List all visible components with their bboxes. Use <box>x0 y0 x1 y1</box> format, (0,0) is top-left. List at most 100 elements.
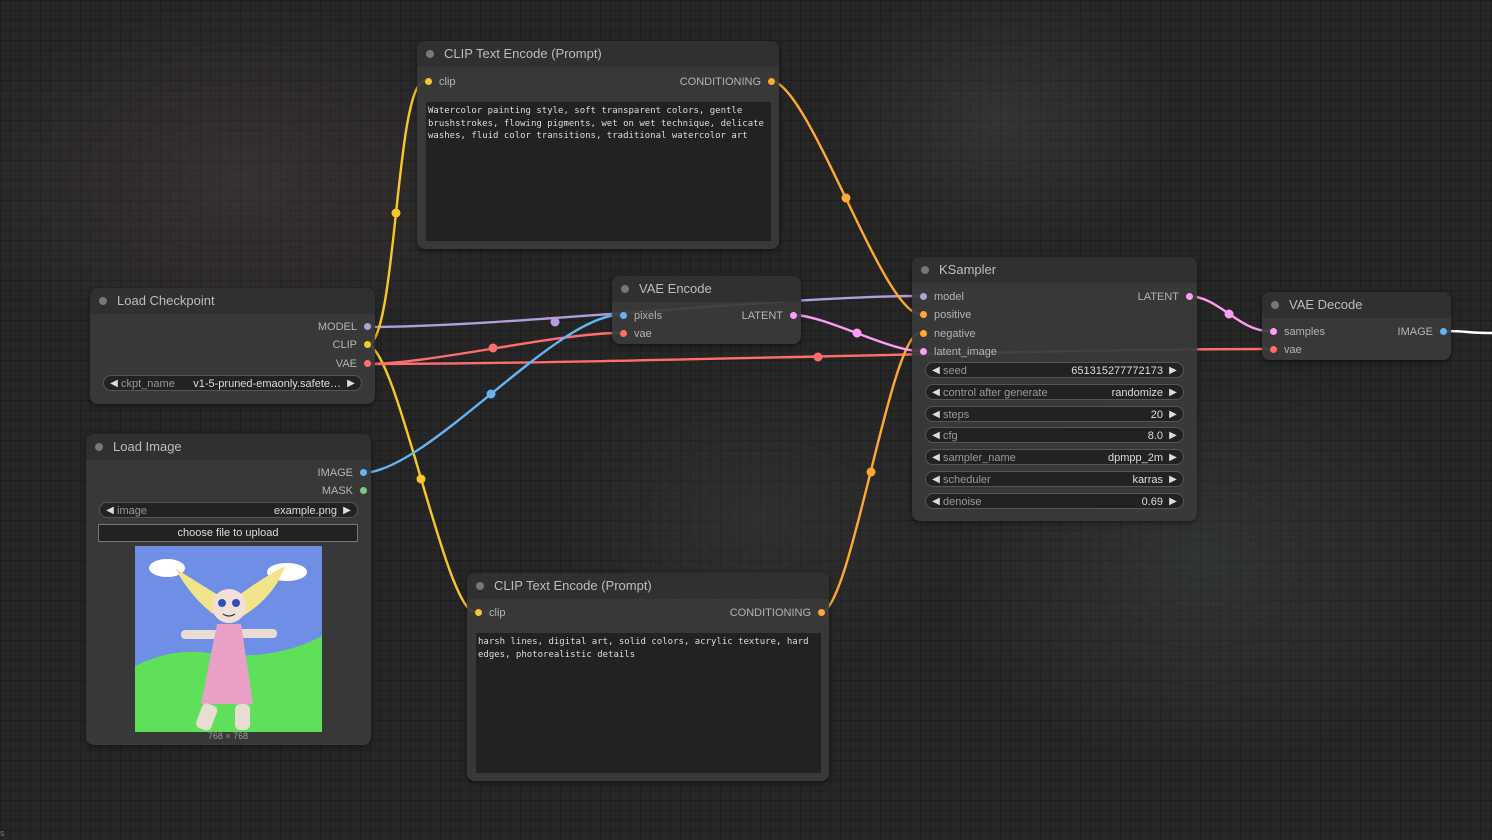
pin-icon[interactable] <box>920 348 927 355</box>
link-latent-decode-midpoint-handle[interactable] <box>1224 309 1234 319</box>
node-title-bar[interactable]: VAE Encode <box>612 276 801 302</box>
output-slot-latent[interactable]: LATENT <box>1138 290 1197 304</box>
steps-widget[interactable]: ◀ steps 20 ▶ <box>925 406 1184 422</box>
load-image-node[interactable]: Load Image IMAGE MASK ◀ image example.pn… <box>86 434 371 745</box>
pin-icon[interactable] <box>364 341 371 348</box>
arrow-right-icon[interactable]: ▶ <box>1167 428 1179 444</box>
arrow-right-icon[interactable]: ▶ <box>341 503 353 519</box>
arrow-right-icon[interactable]: ▶ <box>1167 407 1179 423</box>
link-image-pixels-midpoint-handle[interactable] <box>486 389 496 399</box>
prompt-textarea[interactable]: harsh lines, digital art, solid colors, … <box>476 633 821 773</box>
control-after-generate-widget[interactable]: ◀ control after generate randomize ▶ <box>925 384 1184 400</box>
link-latent-encode-midpoint-handle[interactable] <box>852 328 862 338</box>
arrow-left-icon[interactable]: ◀ <box>930 472 942 488</box>
pin-icon[interactable] <box>425 78 432 85</box>
pin-icon[interactable] <box>768 78 775 85</box>
load-checkpoint-node[interactable]: Load Checkpoint MODEL CLIP VAE ◀ ckpt_na… <box>90 288 375 404</box>
link-negative-midpoint-handle[interactable] <box>866 467 876 477</box>
collapse-dot-icon[interactable] <box>99 297 107 305</box>
output-slot-latent[interactable]: LATENT <box>742 309 801 323</box>
arrow-right-icon[interactable]: ▶ <box>1167 450 1179 466</box>
arrow-left-icon[interactable]: ◀ <box>108 376 120 392</box>
input-slot-latent-image[interactable]: latent_image <box>916 345 997 359</box>
pin-icon[interactable] <box>364 360 371 367</box>
node-title-bar[interactable]: Load Image <box>86 434 371 460</box>
arrow-left-icon[interactable]: ◀ <box>930 363 942 379</box>
pin-icon[interactable] <box>364 323 371 330</box>
pin-icon[interactable] <box>620 312 627 319</box>
input-slot-clip[interactable]: clip <box>421 75 456 89</box>
vae-encode-node[interactable]: VAE Encode pixels vae LATENT <box>612 276 801 344</box>
pin-icon[interactable] <box>920 293 927 300</box>
input-slot-negative[interactable]: negative <box>916 327 976 341</box>
collapse-dot-icon[interactable] <box>426 50 434 58</box>
denoise-widget[interactable]: ◀ denoise 0.69 ▶ <box>925 493 1184 509</box>
pin-icon[interactable] <box>360 487 367 494</box>
link-clip-pos-midpoint-handle[interactable] <box>391 208 401 218</box>
prompt-textarea[interactable]: Watercolor painting style, soft transpar… <box>426 102 771 241</box>
ksampler-node[interactable]: KSampler model positive negative latent_… <box>912 257 1197 521</box>
pin-icon[interactable] <box>790 312 797 319</box>
pin-icon[interactable] <box>818 609 825 616</box>
input-slot-pixels[interactable]: pixels <box>616 309 662 323</box>
vae-decode-node[interactable]: VAE Decode samples vae IMAGE <box>1262 292 1451 360</box>
input-slot-positive[interactable]: positive <box>916 308 971 322</box>
collapse-dot-icon[interactable] <box>921 266 929 274</box>
node-title-bar[interactable]: CLIP Text Encode (Prompt) <box>417 41 779 67</box>
arrow-right-icon[interactable]: ▶ <box>1167 363 1179 379</box>
pin-icon[interactable] <box>1270 346 1277 353</box>
input-slot-samples[interactable]: samples <box>1266 325 1325 339</box>
output-slot-vae[interactable]: VAE <box>336 357 375 371</box>
node-title-bar[interactable]: VAE Decode <box>1262 292 1451 318</box>
choose-file-button[interactable]: choose file to upload <box>98 524 358 542</box>
arrow-left-icon[interactable]: ◀ <box>930 385 942 401</box>
pin-icon[interactable] <box>1186 293 1193 300</box>
arrow-left-icon[interactable]: ◀ <box>930 494 942 510</box>
image-combo[interactable]: ◀ image example.png ▶ <box>99 502 358 518</box>
pin-icon[interactable] <box>920 330 927 337</box>
arrow-right-icon[interactable]: ▶ <box>1167 385 1179 401</box>
arrow-left-icon[interactable]: ◀ <box>930 407 942 423</box>
output-slot-conditioning[interactable]: CONDITIONING <box>730 606 829 620</box>
clip-text-encode-negative-node[interactable]: CLIP Text Encode (Prompt) clip CONDITION… <box>467 573 829 781</box>
arrow-right-icon[interactable]: ▶ <box>345 376 357 392</box>
pin-icon[interactable] <box>475 609 482 616</box>
arrow-left-icon[interactable]: ◀ <box>104 503 116 519</box>
arrow-right-icon[interactable]: ▶ <box>1167 472 1179 488</box>
collapse-dot-icon[interactable] <box>1271 301 1279 309</box>
output-slot-image[interactable]: IMAGE <box>318 466 371 480</box>
link-model-midpoint-handle[interactable] <box>550 317 560 327</box>
output-slot-mask[interactable]: MASK <box>322 484 371 498</box>
cfg-widget[interactable]: ◀ cfg 8.0 ▶ <box>925 427 1184 443</box>
ckpt-name-combo[interactable]: ◀ ckpt_name v1-5-pruned-emaonly.safete… … <box>103 375 362 391</box>
link-vae-encode-midpoint-handle[interactable] <box>488 343 498 353</box>
arrow-left-icon[interactable]: ◀ <box>930 428 942 444</box>
node-title-bar[interactable]: KSampler <box>912 257 1197 283</box>
output-slot-model[interactable]: MODEL <box>318 320 375 334</box>
collapse-dot-icon[interactable] <box>621 285 629 293</box>
input-slot-vae[interactable]: vae <box>616 327 652 341</box>
sampler-name-widget[interactable]: ◀ sampler_name dpmpp_2m ▶ <box>925 449 1184 465</box>
collapse-dot-icon[interactable] <box>476 582 484 590</box>
link-positive-midpoint-handle[interactable] <box>841 193 851 203</box>
node-title-bar[interactable]: CLIP Text Encode (Prompt) <box>467 573 829 599</box>
pin-icon[interactable] <box>360 469 367 476</box>
node-title-bar[interactable]: Load Checkpoint <box>90 288 375 314</box>
arrow-right-icon[interactable]: ▶ <box>1167 494 1179 510</box>
input-slot-vae[interactable]: vae <box>1266 343 1302 357</box>
output-slot-conditioning[interactable]: CONDITIONING <box>680 75 779 89</box>
pin-icon[interactable] <box>1270 328 1277 335</box>
pin-icon[interactable] <box>620 330 627 337</box>
input-slot-clip[interactable]: clip <box>471 606 506 620</box>
pin-icon[interactable] <box>920 311 927 318</box>
link-vae-decode-midpoint-handle[interactable] <box>813 352 823 362</box>
arrow-left-icon[interactable]: ◀ <box>930 450 942 466</box>
scheduler-widget[interactable]: ◀ scheduler karras ▶ <box>925 471 1184 487</box>
input-slot-model[interactable]: model <box>916 290 964 304</box>
link-clip-neg-midpoint-handle[interactable] <box>416 474 426 484</box>
output-slot-image[interactable]: IMAGE <box>1398 325 1451 339</box>
clip-text-encode-positive-node[interactable]: CLIP Text Encode (Prompt) clip CONDITION… <box>417 41 779 249</box>
collapse-dot-icon[interactable] <box>95 443 103 451</box>
output-slot-clip[interactable]: CLIP <box>333 338 375 352</box>
pin-icon[interactable] <box>1440 328 1447 335</box>
